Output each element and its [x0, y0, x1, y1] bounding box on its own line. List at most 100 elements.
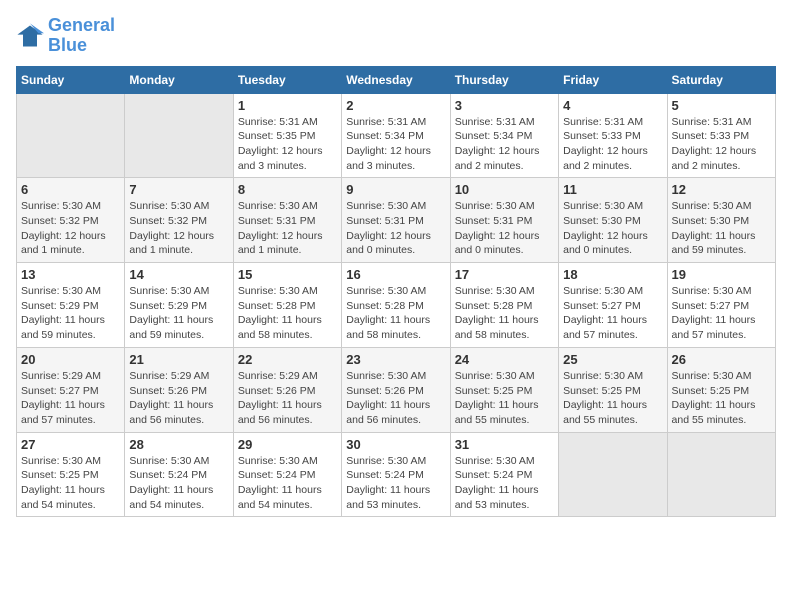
day-info: Sunrise: 5:31 AM Sunset: 5:33 PM Dayligh…: [563, 115, 662, 174]
header-cell-saturday: Saturday: [667, 66, 775, 93]
day-info: Sunrise: 5:30 AM Sunset: 5:26 PM Dayligh…: [346, 369, 445, 428]
day-number: 14: [129, 267, 228, 282]
calendar-cell: 19 Sunrise: 5:30 AM Sunset: 5:27 PM Dayli…: [667, 263, 775, 348]
day-info: Sunrise: 5:30 AM Sunset: 5:27 PM Dayligh…: [672, 284, 771, 343]
calendar-cell: 3Sunrise: 5:31 AM Sunset: 5:34 PM Daylig…: [450, 93, 558, 178]
day-info: Sunrise: 5:30 AM Sunset: 5:24 PM Dayligh…: [129, 454, 228, 513]
calendar-cell: 6Sunrise: 5:30 AM Sunset: 5:32 PM Daylig…: [17, 178, 125, 263]
day-number: 18: [563, 267, 662, 282]
calendar-cell: [17, 93, 125, 178]
day-number: 20: [21, 352, 120, 367]
header-cell-wednesday: Wednesday: [342, 66, 450, 93]
day-number: 17: [455, 267, 554, 282]
calendar-week-2: 6Sunrise: 5:30 AM Sunset: 5:32 PM Daylig…: [17, 178, 776, 263]
calendar-cell: 17 Sunrise: 5:30 AM Sunset: 5:28 PM Dayli…: [450, 263, 558, 348]
day-number: 21: [129, 352, 228, 367]
day-number: 23: [346, 352, 445, 367]
day-info: Sunrise: 5:30 AM Sunset: 5:32 PM Dayligh…: [129, 199, 228, 258]
day-info: Sunrise: 5:30 AM Sunset: 5:30 PM Dayligh…: [672, 199, 771, 258]
day-info: Sunrise: 5:30 AM Sunset: 5:31 PM Dayligh…: [346, 199, 445, 258]
logo-icon: [16, 22, 44, 50]
header: General Blue: [16, 16, 776, 56]
day-number: 1: [238, 98, 337, 113]
day-number: 9: [346, 182, 445, 197]
day-number: 19: [672, 267, 771, 282]
day-info: Sunrise: 5:30 AM Sunset: 5:32 PM Dayligh…: [21, 199, 120, 258]
day-number: 5: [672, 98, 771, 113]
day-info: Sunrise: 5:30 AM Sunset: 5:24 PM Dayligh…: [238, 454, 337, 513]
day-number: 3: [455, 98, 554, 113]
calendar-cell: 24 Sunrise: 5:30 AM Sunset: 5:25 PM Dayli…: [450, 347, 558, 432]
day-info: Sunrise: 5:30 AM Sunset: 5:25 PM Dayligh…: [455, 369, 554, 428]
day-info: Sunrise: 5:31 AM Sunset: 5:35 PM Dayligh…: [238, 115, 337, 174]
day-info: Sunrise: 5:29 AM Sunset: 5:27 PM Dayligh…: [21, 369, 120, 428]
day-info: Sunrise: 5:30 AM Sunset: 5:24 PM Dayligh…: [346, 454, 445, 513]
day-info: Sunrise: 5:30 AM Sunset: 5:29 PM Dayligh…: [129, 284, 228, 343]
calendar-cell: 28 Sunrise: 5:30 AM Sunset: 5:24 PM Dayli…: [125, 432, 233, 517]
calendar-cell: 25 Sunrise: 5:30 AM Sunset: 5:25 PM Dayli…: [559, 347, 667, 432]
day-info: Sunrise: 5:30 AM Sunset: 5:27 PM Dayligh…: [563, 284, 662, 343]
day-info: Sunrise: 5:30 AM Sunset: 5:25 PM Dayligh…: [563, 369, 662, 428]
day-number: 7: [129, 182, 228, 197]
calendar-header-row: SundayMondayTuesdayWednesdayThursdayFrid…: [17, 66, 776, 93]
calendar-cell: 13 Sunrise: 5:30 AM Sunset: 5:29 PM Dayli…: [17, 263, 125, 348]
calendar-cell: [667, 432, 775, 517]
day-info: Sunrise: 5:31 AM Sunset: 5:34 PM Dayligh…: [346, 115, 445, 174]
day-number: 30: [346, 437, 445, 452]
calendar-cell: 26Sunrise: 5:30 AM Sunset: 5:25 PM Dayli…: [667, 347, 775, 432]
header-cell-tuesday: Tuesday: [233, 66, 341, 93]
calendar-week-3: 13 Sunrise: 5:30 AM Sunset: 5:29 PM Dayli…: [17, 263, 776, 348]
day-number: 22: [238, 352, 337, 367]
day-number: 8: [238, 182, 337, 197]
day-info: Sunrise: 5:30 AM Sunset: 5:28 PM Dayligh…: [346, 284, 445, 343]
day-number: 15: [238, 267, 337, 282]
logo-text: General Blue: [48, 16, 115, 56]
day-info: Sunrise: 5:30 AM Sunset: 5:25 PM Dayligh…: [672, 369, 771, 428]
day-number: 13: [21, 267, 120, 282]
day-info: Sunrise: 5:30 AM Sunset: 5:31 PM Dayligh…: [455, 199, 554, 258]
day-number: 12: [672, 182, 771, 197]
day-info: Sunrise: 5:30 AM Sunset: 5:28 PM Dayligh…: [455, 284, 554, 343]
logo: General Blue: [16, 16, 115, 56]
day-info: Sunrise: 5:30 AM Sunset: 5:24 PM Dayligh…: [455, 454, 554, 513]
day-number: 31: [455, 437, 554, 452]
day-info: Sunrise: 5:31 AM Sunset: 5:33 PM Dayligh…: [672, 115, 771, 174]
calendar-cell: 2Sunrise: 5:31 AM Sunset: 5:34 PM Daylig…: [342, 93, 450, 178]
calendar-cell: 27 Sunrise: 5:30 AM Sunset: 5:25 PM Dayli…: [17, 432, 125, 517]
calendar-cell: 12 Sunrise: 5:30 AM Sunset: 5:30 PM Dayli…: [667, 178, 775, 263]
calendar-cell: 11 Sunrise: 5:30 AM Sunset: 5:30 PM Dayli…: [559, 178, 667, 263]
calendar-cell: 30 Sunrise: 5:30 AM Sunset: 5:24 PM Dayli…: [342, 432, 450, 517]
day-info: Sunrise: 5:29 AM Sunset: 5:26 PM Dayligh…: [129, 369, 228, 428]
calendar-cell: 18 Sunrise: 5:30 AM Sunset: 5:27 PM Dayli…: [559, 263, 667, 348]
calendar-cell: 10 Sunrise: 5:30 AM Sunset: 5:31 PM Dayli…: [450, 178, 558, 263]
header-cell-thursday: Thursday: [450, 66, 558, 93]
calendar-cell: 14 Sunrise: 5:30 AM Sunset: 5:29 PM Dayli…: [125, 263, 233, 348]
day-number: 24: [455, 352, 554, 367]
day-number: 29: [238, 437, 337, 452]
calendar-cell: 9 Sunrise: 5:30 AM Sunset: 5:31 PM Daylig…: [342, 178, 450, 263]
day-info: Sunrise: 5:29 AM Sunset: 5:26 PM Dayligh…: [238, 369, 337, 428]
header-cell-monday: Monday: [125, 66, 233, 93]
calendar-week-5: 27 Sunrise: 5:30 AM Sunset: 5:25 PM Dayli…: [17, 432, 776, 517]
calendar-cell: 1 Sunrise: 5:31 AM Sunset: 5:35 PM Daylig…: [233, 93, 341, 178]
day-info: Sunrise: 5:30 AM Sunset: 5:29 PM Dayligh…: [21, 284, 120, 343]
calendar-cell: 7 Sunrise: 5:30 AM Sunset: 5:32 PM Daylig…: [125, 178, 233, 263]
day-number: 4: [563, 98, 662, 113]
day-number: 25: [563, 352, 662, 367]
day-number: 16: [346, 267, 445, 282]
calendar-cell: 4 Sunrise: 5:31 AM Sunset: 5:33 PM Daylig…: [559, 93, 667, 178]
calendar-cell: 16 Sunrise: 5:30 AM Sunset: 5:28 PM Dayli…: [342, 263, 450, 348]
day-number: 10: [455, 182, 554, 197]
day-number: 11: [563, 182, 662, 197]
day-info: Sunrise: 5:30 AM Sunset: 5:25 PM Dayligh…: [21, 454, 120, 513]
calendar-cell: 21 Sunrise: 5:29 AM Sunset: 5:26 PM Dayli…: [125, 347, 233, 432]
day-number: 27: [21, 437, 120, 452]
day-info: Sunrise: 5:30 AM Sunset: 5:30 PM Dayligh…: [563, 199, 662, 258]
calendar-cell: [559, 432, 667, 517]
calendar-cell: 5 Sunrise: 5:31 AM Sunset: 5:33 PM Daylig…: [667, 93, 775, 178]
calendar-cell: [125, 93, 233, 178]
calendar-cell: 15Sunrise: 5:30 AM Sunset: 5:28 PM Dayli…: [233, 263, 341, 348]
calendar-cell: 23 Sunrise: 5:30 AM Sunset: 5:26 PM Dayli…: [342, 347, 450, 432]
calendar-cell: 31 Sunrise: 5:30 AM Sunset: 5:24 PM Dayli…: [450, 432, 558, 517]
day-number: 28: [129, 437, 228, 452]
